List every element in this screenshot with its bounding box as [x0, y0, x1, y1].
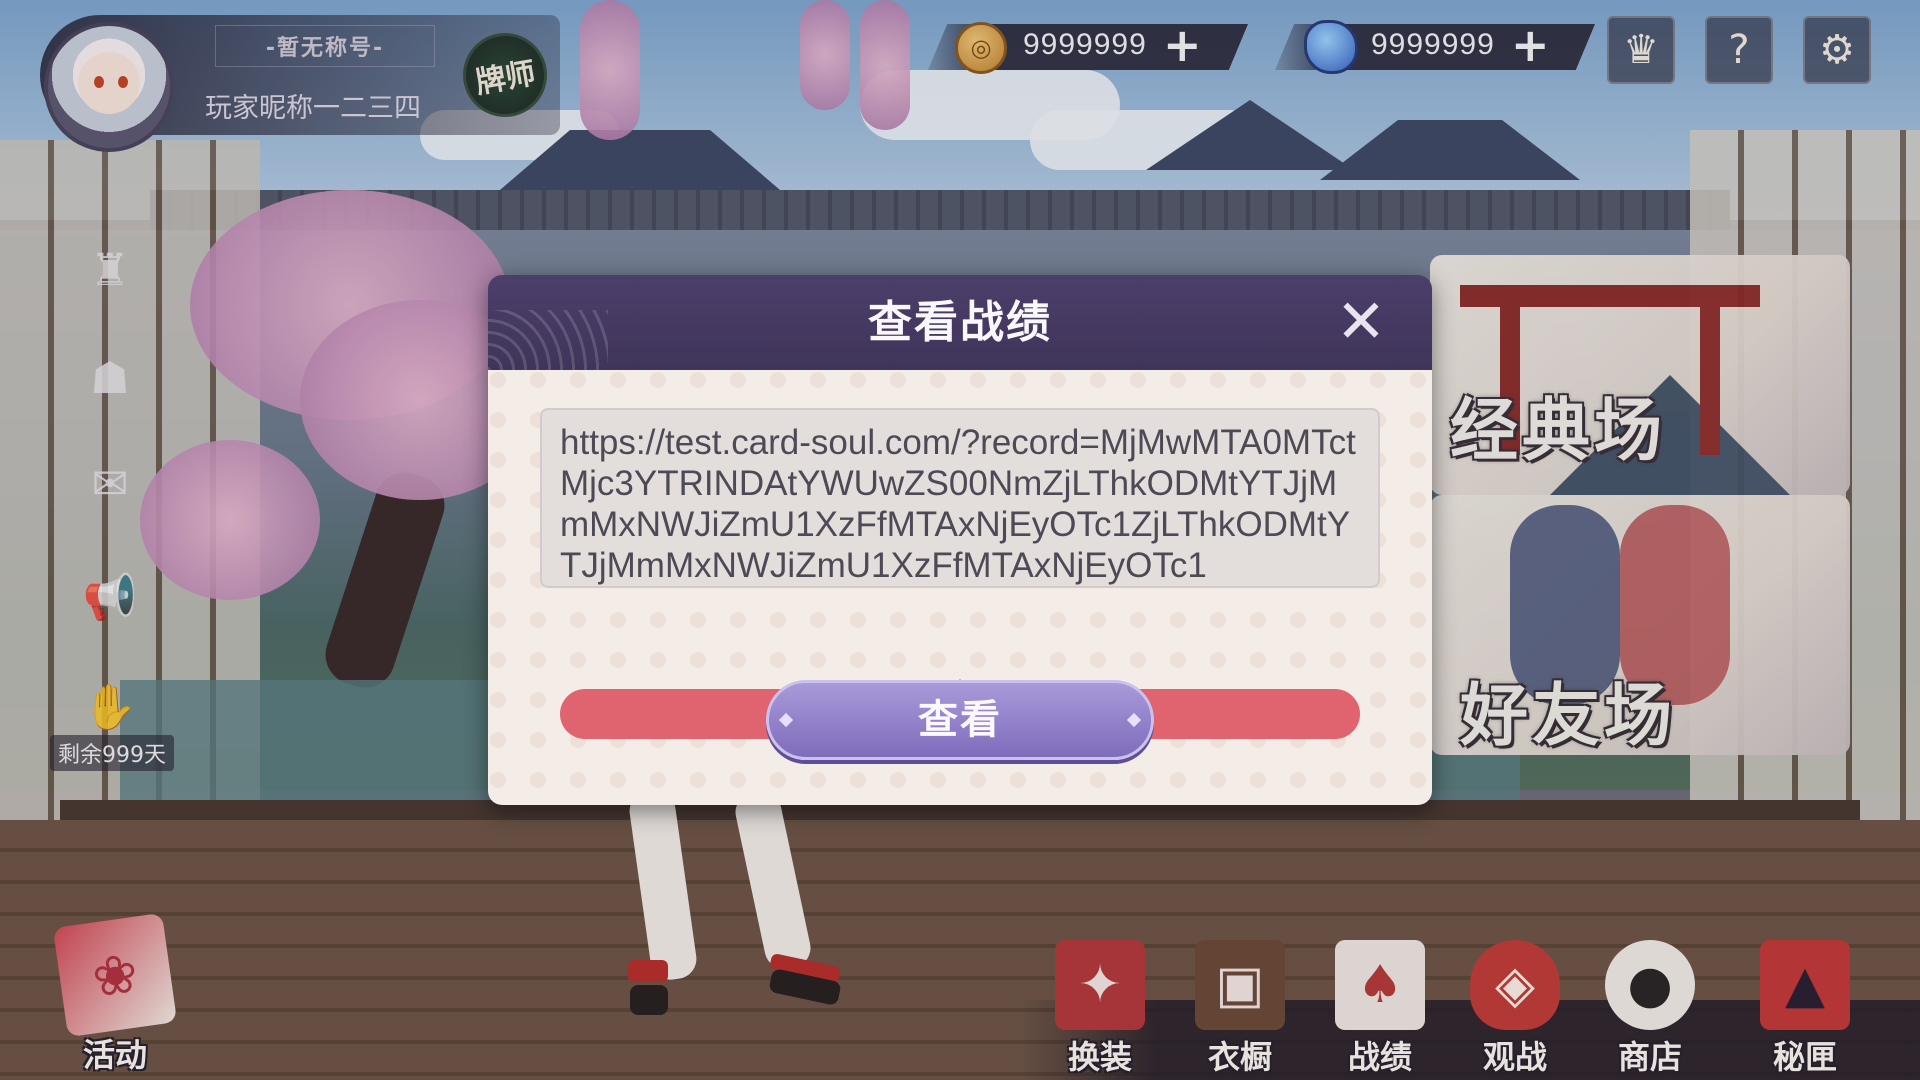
diamond-ornament	[1126, 712, 1142, 728]
close-button[interactable]: ✕	[1334, 292, 1388, 352]
view-button[interactable]: 查看	[766, 680, 1154, 760]
record-url-input[interactable]: https://test.card-soul.com/?record=MjMwM…	[540, 408, 1380, 588]
close-icon: ✕	[1335, 287, 1387, 357]
view-button-label: 查看	[918, 697, 1002, 743]
diamond-ornament	[778, 712, 794, 728]
view-record-dialog: 查看战绩 ✕ https://test.card-soul.com/?recor…	[488, 275, 1432, 805]
dialog-title: 查看战绩	[868, 297, 1052, 348]
dialog-header: 查看战绩 ✕	[488, 275, 1432, 370]
